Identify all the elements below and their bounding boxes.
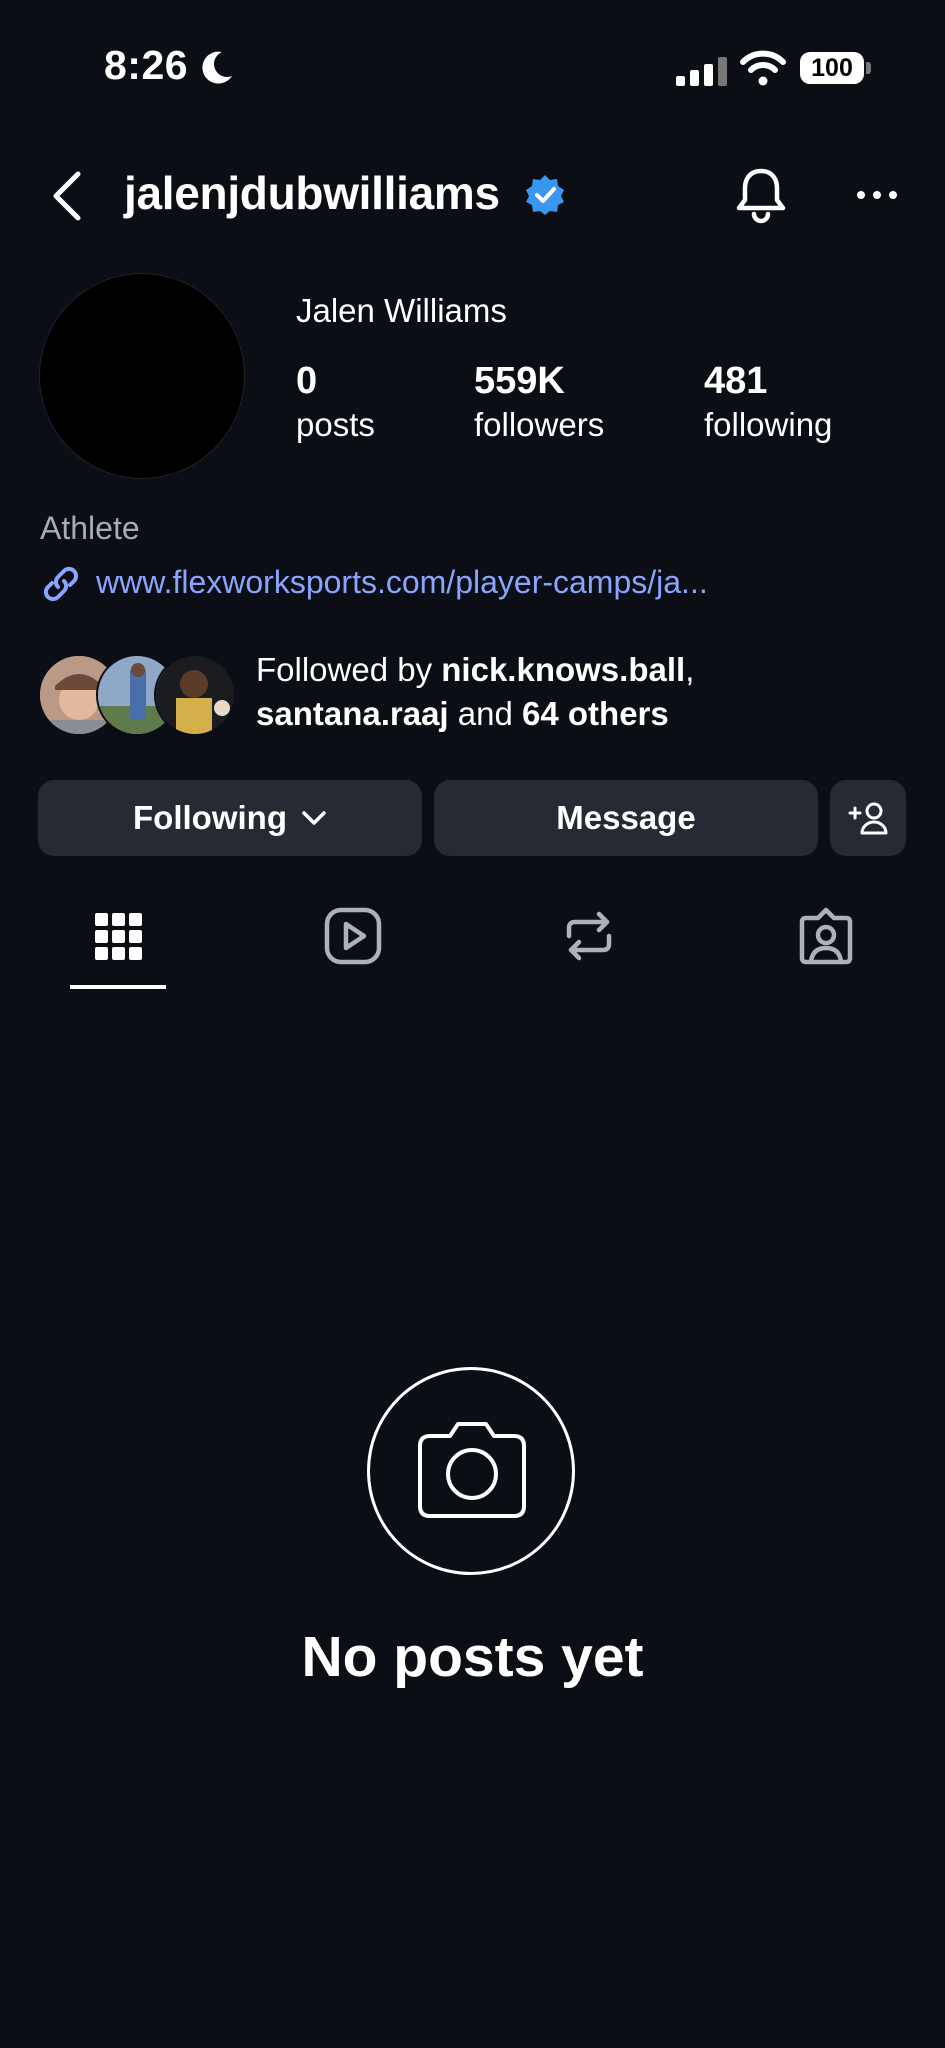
notification-bell-icon[interactable] — [734, 166, 788, 224]
battery-indicator: 100 — [800, 52, 864, 84]
following-button[interactable]: Following — [38, 780, 422, 856]
profile-username: jalenjdubwilliams — [124, 167, 500, 219]
mutual-followers-avatars[interactable] — [38, 654, 238, 736]
active-tab-indicator — [70, 985, 166, 989]
stat-followers[interactable]: 559K followers — [474, 358, 604, 446]
profile-avatar[interactable] — [40, 274, 244, 478]
verified-badge-icon — [526, 175, 564, 215]
tagged-icon[interactable] — [796, 906, 856, 966]
reposts-icon[interactable] — [559, 906, 619, 966]
chevron-down-icon — [302, 811, 326, 825]
stat-posts-label: posts — [296, 406, 375, 443]
stat-following-value: 481 — [704, 360, 768, 402]
more-options-icon[interactable] — [856, 190, 898, 200]
message-button-label: Message — [556, 799, 696, 836]
following-button-label: Following — [133, 799, 287, 836]
cellular-signal-icon — [676, 56, 727, 86]
followed-by-user: nick.knows.ball — [441, 651, 686, 688]
status-time: 8:26 — [104, 42, 189, 88]
message-button[interactable]: Message — [434, 780, 818, 856]
grid-icon[interactable] — [88, 906, 148, 966]
followed-by-user: santana.raaj — [256, 695, 449, 732]
profile-full-name: Jalen Williams — [296, 292, 507, 329]
empty-state-text: No posts yet — [301, 1625, 644, 1689]
battery-tip — [866, 62, 871, 74]
profile-category: Athlete — [40, 510, 140, 546]
stat-posts[interactable]: 0 posts — [296, 358, 375, 446]
link-icon — [43, 566, 79, 602]
add-person-icon — [848, 802, 888, 835]
followed-by-and: and — [448, 695, 523, 732]
moon-icon — [202, 51, 232, 84]
followed-by-others: 64 others — [522, 695, 669, 732]
followed-by-comma: , — [685, 651, 695, 688]
camera-icon — [418, 1422, 526, 1518]
followed-by-text[interactable]: Followed by nick.knows.ball, santana.raa… — [256, 648, 694, 736]
followed-by-prefix: Followed by — [256, 651, 442, 688]
suggest-people-button[interactable] — [830, 780, 906, 856]
stat-followers-value: 559K — [474, 360, 565, 402]
profile-link[interactable]: www.flexworksports.com/player-camps/ja..… — [96, 564, 708, 601]
mutual-avatar — [154, 654, 236, 736]
stat-followers-label: followers — [474, 406, 605, 443]
reels-icon[interactable] — [323, 906, 383, 966]
back-arrow-icon[interactable] — [48, 168, 88, 224]
stat-following-label: following — [704, 406, 833, 443]
wifi-icon — [740, 50, 786, 86]
stat-posts-value: 0 — [296, 360, 318, 402]
stat-following[interactable]: 481 following — [704, 358, 832, 446]
